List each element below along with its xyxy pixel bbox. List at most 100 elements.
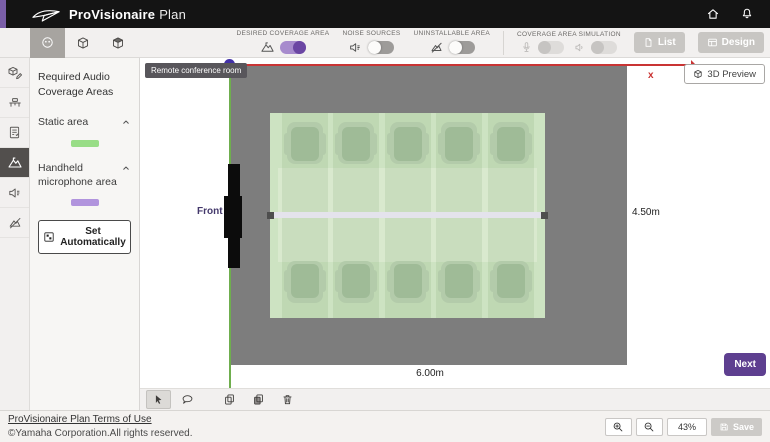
area-resize-handle-left[interactable] — [267, 212, 274, 219]
zoom-out-button[interactable] — [636, 418, 663, 436]
delete-tool[interactable] — [275, 390, 300, 409]
coverage-area-simulation-label: COVERAGE AREA SIMULATION — [517, 31, 621, 38]
uninstallable-area-group: UNINSTALLABLE AREA — [414, 30, 490, 55]
rail-item-uninstallable-area[interactable] — [0, 208, 29, 238]
uninstallable-area-label: UNINSTALLABLE AREA — [414, 30, 490, 37]
save-button[interactable]: Save — [711, 418, 762, 436]
layout-design-icon — [707, 37, 718, 48]
select-tool[interactable] — [146, 390, 171, 409]
handheld-mic-area-section: Handheld microphone area — [38, 161, 131, 206]
uninstallable-area-icon — [429, 40, 444, 55]
front-display-mount — [224, 196, 242, 238]
home-icon[interactable] — [706, 7, 720, 21]
uninstallable-area-toggle[interactable] — [449, 41, 475, 54]
room-width-dimension: 6.00m — [408, 368, 452, 379]
save-button-label: Save — [733, 422, 754, 432]
rail-item-noise-source[interactable] — [0, 178, 29, 208]
handheld-mic-area-label: Handheld microphone area — [38, 161, 121, 189]
set-automatically-label: Set Automatically — [60, 226, 126, 248]
chair — [387, 122, 429, 168]
noise-sources-label: NOISE SOURCES — [342, 30, 400, 37]
auto-layout-icon — [43, 231, 55, 243]
chevron-up-icon[interactable] — [121, 163, 131, 173]
left-icon-rail — [0, 58, 30, 410]
table-divider — [270, 212, 545, 218]
paper-plane-logo-icon — [32, 6, 60, 23]
rail-item-room-edit[interactable] — [0, 58, 29, 88]
lasso-tool[interactable] — [175, 390, 200, 409]
zoom-in-button[interactable] — [605, 418, 632, 436]
front-wall-label: Front — [197, 206, 223, 217]
view-tabs — [30, 28, 135, 58]
uninstallable-area-icon — [7, 215, 23, 231]
area-resize-handle-right[interactable] — [541, 212, 548, 219]
sphere-view-icon — [40, 35, 55, 50]
zoom-out-icon — [643, 421, 655, 433]
3d-cube-icon — [693, 69, 703, 79]
copy-icon — [223, 393, 236, 406]
static-area-section: Static area — [38, 115, 131, 146]
zoom-in-icon — [612, 421, 624, 433]
noise-source-icon — [7, 185, 23, 201]
handheld-mic-area-color-swatch — [71, 199, 99, 206]
desired-coverage-area-group: DESIRED COVERAGE AREA — [236, 30, 329, 55]
coverage-area-icon — [260, 40, 275, 55]
provisionaire-plan-app: ProVisionairePlan DESIRED COV — [0, 0, 770, 442]
simulation-speaker-toggle[interactable] — [591, 41, 617, 54]
chair — [387, 257, 429, 303]
room-height-dimension: 4.50m — [632, 207, 660, 218]
tab-cube-solid-view[interactable] — [100, 28, 135, 58]
notifications-bell-icon[interactable] — [740, 7, 754, 21]
coverage-area[interactable] — [270, 113, 545, 318]
cube-wireframe-view-icon — [76, 36, 90, 50]
floppy-save-icon — [719, 422, 729, 432]
zoom-level-display[interactable]: 43% — [667, 418, 707, 436]
chair — [490, 122, 532, 168]
chair — [438, 122, 480, 168]
list-button-label: List — [658, 37, 676, 48]
lasso-icon — [181, 393, 194, 406]
chair — [335, 257, 377, 303]
terms-of-use-link[interactable]: ProVisionaire Plan Terms of Use — [8, 413, 193, 427]
duplicate-tool[interactable] — [246, 390, 271, 409]
room-edit-icon — [7, 65, 23, 81]
app-title-suffix: Plan — [159, 7, 186, 22]
footer: ProVisionaire Plan Terms of Use ©Yamaha … — [0, 410, 770, 442]
app-logo: ProVisionairePlan — [32, 6, 186, 23]
cube-solid-view-icon — [111, 36, 125, 50]
chevron-up-icon[interactable] — [121, 117, 131, 127]
noise-sources-toggle[interactable] — [368, 41, 394, 54]
chair — [490, 257, 532, 303]
rail-item-coverage-area[interactable] — [0, 148, 29, 178]
chair — [438, 257, 480, 303]
room-name-badge: Remote conference room — [145, 63, 247, 78]
floor-plan-canvas[interactable]: x Remote conference room Front 4.50m 6.0… — [140, 58, 770, 388]
design-button[interactable]: Design — [698, 32, 764, 53]
checklist-icon — [7, 125, 22, 140]
document-icon — [643, 37, 654, 48]
duplicate-icon — [252, 393, 265, 406]
rail-item-checklist[interactable] — [0, 118, 29, 148]
header-accent-stripe — [0, 0, 6, 28]
3d-preview-button[interactable]: 3D Preview — [684, 64, 765, 84]
chair — [335, 122, 377, 168]
speaker-icon — [573, 41, 586, 54]
list-button[interactable]: List — [634, 32, 685, 53]
app-title: ProVisionairePlan — [69, 7, 186, 22]
handheld-mic-area-header[interactable]: Handheld microphone area — [38, 161, 131, 189]
copy-tool[interactable] — [217, 390, 242, 409]
static-area-header[interactable]: Static area — [38, 115, 131, 129]
rail-item-furniture[interactable] — [0, 88, 29, 118]
tab-cube-wireframe-view[interactable] — [65, 28, 100, 58]
panel-title: Required Audio Coverage Areas — [38, 70, 131, 99]
next-button[interactable]: Next — [724, 353, 766, 376]
top-toolbar: DESIRED COVERAGE AREA NOISE SOURCES UNIN… — [0, 28, 770, 58]
app-header: ProVisionairePlan — [0, 0, 770, 28]
simulation-mic-toggle[interactable] — [538, 41, 564, 54]
desired-coverage-area-toggle[interactable] — [280, 41, 306, 54]
coverage-area-icon — [7, 155, 23, 171]
set-automatically-button[interactable]: Set Automatically — [38, 220, 131, 254]
desired-coverage-area-label: DESIRED COVERAGE AREA — [236, 30, 329, 37]
coverage-area-simulation-group: COVERAGE AREA SIMULATION — [517, 31, 621, 54]
tab-sphere-view[interactable] — [30, 28, 65, 58]
